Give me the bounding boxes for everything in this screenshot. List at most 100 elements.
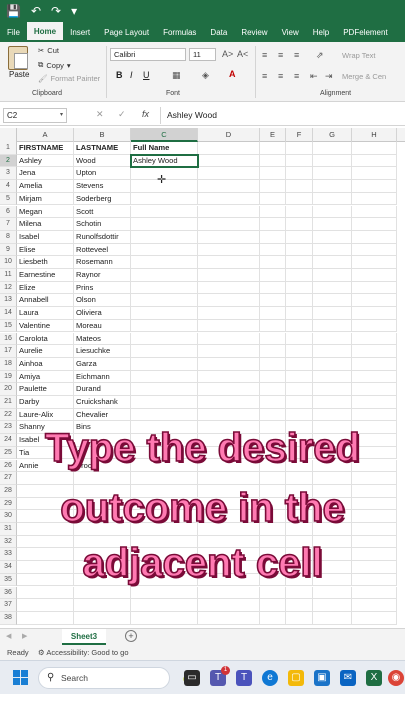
cell[interactable] — [286, 472, 313, 485]
cell[interactable] — [198, 167, 260, 181]
cell[interactable] — [352, 370, 397, 384]
cell[interactable] — [313, 332, 352, 346]
cell[interactable] — [313, 408, 352, 422]
cell[interactable] — [352, 599, 397, 612]
teams-work-icon[interactable]: T — [236, 670, 252, 686]
cell[interactable]: Laure-Alix — [17, 408, 74, 422]
cell[interactable]: Garza — [74, 357, 131, 371]
row-header[interactable]: 9 — [0, 243, 17, 257]
row-header[interactable]: 14 — [0, 307, 17, 320]
cell[interactable] — [313, 586, 352, 600]
cell[interactable]: Paulette — [17, 383, 74, 396]
wrap-text-button[interactable]: Wrap Text — [342, 51, 376, 60]
cell[interactable]: Darby — [17, 396, 74, 409]
cell[interactable] — [198, 611, 260, 625]
cell[interactable] — [198, 472, 260, 485]
row-header[interactable]: 11 — [0, 269, 17, 282]
cell[interactable] — [260, 586, 286, 600]
cell[interactable] — [286, 218, 313, 231]
cell[interactable] — [352, 180, 397, 193]
customize-toolbar-icon[interactable]: ▾ — [71, 5, 77, 17]
cell[interactable] — [286, 294, 313, 308]
cell[interactable] — [74, 586, 131, 600]
orientation-icon[interactable]: ⇗ — [316, 50, 324, 61]
cell[interactable] — [131, 383, 198, 396]
cell[interactable] — [131, 357, 198, 371]
cell[interactable]: Durand — [74, 383, 131, 396]
cell[interactable] — [313, 243, 352, 257]
cell[interactable] — [260, 472, 286, 485]
cell[interactable] — [198, 332, 260, 346]
menu-tab-view[interactable]: View — [275, 22, 306, 42]
cell[interactable] — [286, 256, 313, 269]
row-header[interactable]: 1 — [0, 142, 17, 155]
accessibility-status[interactable]: ⚙ Accessibility: Good to go — [38, 648, 129, 657]
menu-tab-pdfelement[interactable]: PDFelement — [336, 22, 394, 42]
cell[interactable] — [131, 345, 198, 358]
cell[interactable] — [313, 383, 352, 396]
cell[interactable] — [352, 243, 397, 257]
cell[interactable] — [131, 230, 198, 244]
taskbar-search[interactable]: ⚲ Search 🐢 — [38, 667, 201, 689]
cell[interactable] — [260, 192, 286, 206]
row-header[interactable]: 37 — [0, 599, 17, 612]
cell[interactable]: Annabell — [17, 294, 74, 308]
increase-indent-icon[interactable]: ⇥ — [325, 71, 333, 82]
cell[interactable] — [286, 611, 313, 625]
insert-function-button[interactable]: fx — [142, 109, 149, 119]
cell[interactable] — [131, 269, 198, 282]
sheet-tab-active[interactable]: Sheet3 — [62, 629, 106, 645]
row-header[interactable]: 5 — [0, 192, 17, 206]
row-header[interactable]: 7 — [0, 218, 17, 231]
cell[interactable] — [313, 205, 352, 219]
column-header-g[interactable]: G — [313, 128, 352, 142]
row-header[interactable]: 12 — [0, 281, 17, 295]
cell[interactable] — [352, 192, 397, 206]
row-header[interactable]: 16 — [0, 332, 17, 346]
cell[interactable] — [352, 396, 397, 409]
name-box[interactable]: C2 ▾ — [3, 108, 67, 123]
cell[interactable]: Milena — [17, 218, 74, 231]
cell[interactable]: Mirjam — [17, 192, 74, 206]
cell[interactable] — [131, 218, 198, 231]
cell[interactable] — [286, 307, 313, 320]
cell[interactable] — [131, 408, 198, 422]
row-header[interactable]: 8 — [0, 230, 17, 244]
decrease-font-icon[interactable]: A˂ — [237, 49, 248, 59]
cell[interactable]: Upton — [74, 167, 131, 181]
cell[interactable] — [198, 357, 260, 371]
cell[interactable] — [286, 142, 313, 155]
cell[interactable]: Oliviera — [74, 307, 131, 320]
row-header[interactable]: 6 — [0, 205, 17, 219]
cell[interactable]: Ainhoa — [17, 357, 74, 371]
merge-center-button[interactable]: Merge & Cen — [342, 72, 386, 81]
align-bottom-icon[interactable]: ≡ — [294, 50, 299, 60]
cell[interactable] — [260, 332, 286, 346]
row-header[interactable]: 19 — [0, 370, 17, 384]
cell[interactable]: Full Name — [131, 142, 198, 155]
menu-tab-help[interactable]: Help — [306, 22, 336, 42]
cell[interactable]: Carolota — [17, 332, 74, 346]
cell[interactable] — [131, 294, 198, 308]
underline-button[interactable]: U — [143, 70, 150, 80]
format-painter-button[interactable]: 🖌 Format Painter — [38, 74, 100, 83]
cell[interactable] — [313, 319, 352, 333]
cell[interactable] — [313, 472, 352, 485]
cell[interactable] — [286, 205, 313, 219]
cell[interactable] — [352, 294, 397, 308]
cell[interactable] — [286, 230, 313, 244]
italic-button[interactable]: I — [130, 70, 133, 80]
cell[interactable] — [313, 218, 352, 231]
cell[interactable] — [313, 370, 352, 384]
cell[interactable] — [260, 167, 286, 181]
cell[interactable] — [131, 599, 198, 612]
cell[interactable] — [260, 345, 286, 358]
cell[interactable] — [198, 599, 260, 612]
cell[interactable] — [352, 154, 397, 168]
row-header[interactable]: 17 — [0, 345, 17, 358]
cell[interactable] — [131, 396, 198, 409]
cell[interactable] — [286, 243, 313, 257]
cell[interactable] — [17, 472, 74, 485]
cell[interactable] — [260, 611, 286, 625]
cell[interactable]: Liesuchke — [74, 345, 131, 358]
